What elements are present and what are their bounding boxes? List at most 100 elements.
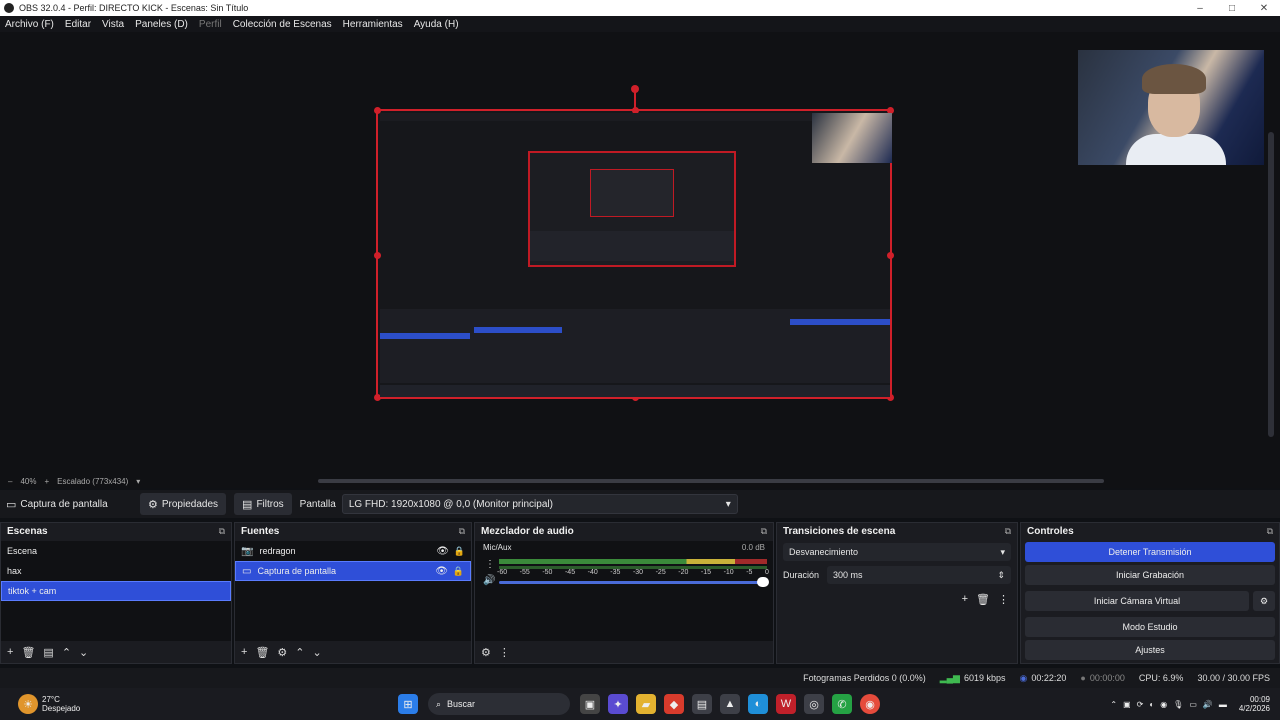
lock-icon[interactable]: 🔒 — [453, 566, 464, 577]
source-toolbar: ▭ Captura de pantalla ⚙ Propiedades ▤ Fi… — [0, 490, 1280, 518]
add-icon[interactable]: + — [241, 646, 247, 658]
studio-mode-button[interactable]: Modo Estudio — [1025, 617, 1275, 637]
resize-handle-l[interactable] — [374, 252, 381, 259]
bitrate: 6019 kbps — [963, 673, 1006, 683]
start-recording-button[interactable]: Iniciar Grabación — [1025, 565, 1275, 585]
kebab-icon[interactable]: ⋮ — [499, 646, 510, 659]
copilot-icon[interactable]: ✦ — [608, 694, 628, 714]
settings-button[interactable]: Ajustes — [1025, 640, 1275, 660]
taskbar-search[interactable]: ⌕ Buscar — [428, 693, 570, 715]
arrow-down-icon[interactable]: ⌄ — [79, 646, 88, 659]
zoom-dropdown-icon[interactable]: ▾ — [136, 477, 140, 486]
close-button[interactable]: ✕ — [1248, 0, 1280, 16]
eye-icon[interactable]: 👁 — [435, 566, 448, 577]
menu-vista[interactable]: Vista — [97, 19, 130, 30]
wps-icon[interactable]: W — [776, 694, 796, 714]
screen-select[interactable]: LG FHD: 1920x1080 @ 0,0 (Monitor princip… — [341, 494, 738, 514]
stepper-icon[interactable]: ⇕ — [997, 570, 1005, 581]
edge-icon[interactable]: ◐ — [748, 694, 768, 714]
app-red-icon[interactable]: ◆ — [664, 694, 684, 714]
preview-vertical-scrollbar[interactable] — [1268, 132, 1274, 437]
undock-icon[interactable]: ⧉ — [459, 526, 465, 537]
selected-source: ▭ Captura de pantalla — [6, 498, 140, 511]
add-icon[interactable]: + — [962, 593, 968, 606]
window-titlebar: OBS 32.0.4 - Perfil: DIRECTO KICK - Esce… — [0, 0, 1280, 16]
menu-perfil[interactable]: Perfil — [194, 19, 228, 30]
scene-item-selected[interactable]: tiktok + cam — [1, 581, 231, 601]
kebab-icon[interactable]: ⋮ — [485, 559, 495, 570]
lock-icon[interactable]: 🔒 — [454, 546, 465, 557]
filters-button[interactable]: ▤ Filtros — [234, 493, 292, 515]
whatsapp-icon[interactable]: ✆ — [832, 694, 852, 714]
arrow-up-icon[interactable]: ⌃ — [295, 646, 304, 659]
volume-icon[interactable]: 🔊 — [1203, 700, 1213, 709]
tray-steam-icon[interactable]: ◐ — [1149, 700, 1154, 709]
trash-icon[interactable]: 🗑 — [976, 593, 990, 606]
duration-input[interactable]: 300 ms ⇕ — [827, 566, 1011, 584]
windows-start-icon[interactable]: ⊞ — [398, 694, 418, 714]
task-view-icon[interactable]: ▣ — [580, 694, 600, 714]
speaker-icon[interactable]: 🔊 — [483, 575, 495, 586]
track-name: Mic/Aux — [483, 543, 512, 552]
battery-icon[interactable]: ▬ — [1219, 700, 1227, 709]
preview-canvas[interactable] — [0, 32, 1280, 474]
virtual-camera-button[interactable]: Iniciar Cámara Virtual — [1025, 591, 1249, 611]
duration-label: Duración — [783, 570, 820, 580]
network-icon[interactable]: ▭ — [1189, 700, 1197, 709]
maximize-button[interactable]: □ — [1216, 0, 1248, 16]
source-item[interactable]: 📷 redragon 👁 🔒 — [235, 541, 471, 561]
tray-sync-icon[interactable]: ⟳ — [1137, 700, 1144, 709]
menu-paneles[interactable]: Paneles (D) — [130, 19, 194, 30]
rotation-handle[interactable] — [631, 85, 639, 93]
arrow-up-icon[interactable]: ⌃ — [62, 646, 71, 659]
weather-widget[interactable]: ☀ 27°C Despejado — [14, 694, 394, 714]
preview-horizontal-scrollbar[interactable] — [318, 479, 1104, 483]
transition-select[interactable]: Desvanecimiento ▾ — [783, 543, 1011, 561]
volume-slider-knob[interactable] — [757, 577, 769, 587]
resize-handle-r[interactable] — [887, 252, 894, 259]
add-icon[interactable]: + — [7, 646, 13, 658]
properties-button[interactable]: ⚙ Propiedades — [140, 493, 227, 515]
file-explorer-icon[interactable]: ▰ — [636, 694, 656, 714]
microphone-icon[interactable]: 🎙 — [1173, 700, 1183, 709]
zoom-in-button[interactable]: + — [44, 477, 49, 486]
filter-icon[interactable]: ▤ — [43, 646, 53, 659]
cpu-usage: CPU: 6.9% — [1138, 673, 1184, 683]
undock-icon[interactable]: ⧉ — [1005, 526, 1011, 537]
undock-icon[interactable]: ⧉ — [1267, 526, 1273, 537]
gear-icon[interactable]: ⚙ — [1253, 591, 1275, 611]
store-icon[interactable]: ▤ — [692, 694, 712, 714]
eye-icon[interactable]: 👁 — [436, 546, 449, 557]
nested-mini-preview — [590, 169, 674, 217]
tray-kick-icon[interactable]: ◉ — [1160, 700, 1167, 709]
minimize-button[interactable]: – — [1184, 0, 1216, 16]
chevron-up-icon[interactable]: ⌃ — [1110, 700, 1117, 709]
source-item-selected[interactable]: ▭ Captura de pantalla 👁 🔒 — [235, 561, 471, 581]
arrow-down-icon[interactable]: ⌄ — [313, 646, 322, 659]
stop-stream-button[interactable]: Detener Transmisión — [1025, 542, 1275, 562]
scene-item[interactable]: hax — [1, 561, 231, 581]
gear-icon[interactable]: ⚙ — [277, 646, 287, 659]
trash-icon[interactable]: 🗑 — [21, 646, 35, 659]
advanced-audio-icon[interactable]: ⚙ — [481, 646, 491, 659]
zoom-out-button[interactable]: – — [8, 477, 12, 486]
screen-capture-source[interactable] — [374, 85, 894, 401]
trash-icon[interactable]: 🗑 — [255, 646, 269, 659]
sources-list: 📷 redragon 👁 🔒 ▭ Captura de pantalla 👁 🔒 — [235, 541, 471, 641]
menu-editar[interactable]: Editar — [60, 19, 97, 30]
chrome-icon[interactable]: ◉ — [860, 694, 880, 714]
menu-ayuda[interactable]: Ayuda (H) — [409, 19, 465, 30]
scene-item[interactable]: Escena — [1, 541, 231, 561]
undock-icon[interactable]: ⧉ — [761, 526, 767, 537]
clock[interactable]: 00:09 4/2/2026 — [1239, 695, 1270, 713]
kebab-icon[interactable]: ⋮ — [998, 593, 1009, 606]
menu-coleccion-escenas[interactable]: Colección de Escenas — [228, 19, 338, 30]
menu-archivo[interactable]: Archivo (F) — [0, 19, 60, 30]
volume-slider[interactable] — [499, 581, 767, 584]
undock-icon[interactable]: ⧉ — [219, 526, 225, 537]
tray-app-icon[interactable]: ▣ — [1123, 700, 1131, 709]
scenes-dock: Escenas ⧉ Escena hax tiktok + cam + 🗑 ▤ … — [0, 522, 232, 664]
menu-herramientas[interactable]: Herramientas — [338, 19, 409, 30]
obs-taskbar-icon[interactable]: ◎ — [804, 694, 824, 714]
photos-icon[interactable]: ▲ — [720, 694, 740, 714]
